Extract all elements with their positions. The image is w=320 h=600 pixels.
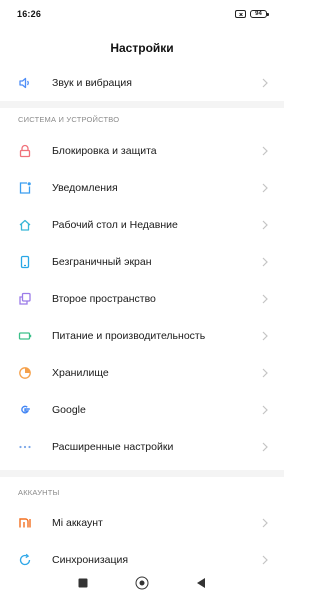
chevron-right-icon bbox=[262, 183, 268, 193]
section-divider bbox=[0, 101, 284, 108]
chevron-right-icon bbox=[262, 368, 268, 378]
chevron-right-icon bbox=[262, 257, 268, 267]
lock-icon bbox=[18, 144, 32, 158]
settings-item-google[interactable]: Google bbox=[0, 391, 284, 428]
settings-item-label: Хранилище bbox=[52, 366, 109, 379]
section-divider bbox=[0, 470, 284, 477]
chevron-right-icon bbox=[262, 405, 268, 415]
settings-item-sound[interactable]: Звук и вибрация bbox=[0, 64, 284, 101]
more-dots-icon bbox=[18, 440, 32, 454]
settings-item-advanced[interactable]: Расширенные настройки bbox=[0, 428, 284, 465]
chevron-right-icon bbox=[262, 518, 268, 528]
sync-icon bbox=[18, 553, 32, 567]
settings-item-label: Уведомления bbox=[52, 181, 118, 194]
chevron-right-icon bbox=[262, 442, 268, 452]
settings-item-label: Питание и производительность bbox=[52, 329, 206, 342]
page-title: Настройки bbox=[110, 41, 174, 55]
settings-item-label: Синхронизация bbox=[52, 553, 129, 566]
settings-item-mi-account[interactable]: Mi аккаунт bbox=[0, 504, 284, 541]
battery-icon bbox=[18, 329, 32, 343]
settings-item-notifications[interactable]: Уведомления bbox=[0, 169, 284, 206]
section-header-system: СИСТЕМА И УСТРОЙСТВО bbox=[18, 115, 120, 124]
settings-item-label: Звук и вибрация bbox=[52, 76, 132, 89]
no-sim-icon bbox=[235, 10, 246, 18]
settings-item-storage[interactable]: Хранилище bbox=[0, 354, 284, 391]
settings-item-label: Mi аккаунт bbox=[52, 516, 103, 529]
back-button[interactable] bbox=[197, 578, 205, 588]
storage-icon bbox=[18, 366, 32, 380]
settings-item-label: Блокировка и защита bbox=[52, 144, 157, 157]
chevron-right-icon bbox=[262, 78, 268, 88]
settings-item-label: Безграничный экран bbox=[52, 255, 152, 268]
section-header-accounts: АККАУНТЫ bbox=[18, 488, 60, 497]
status-icons: 94 bbox=[235, 10, 269, 18]
home-icon bbox=[18, 218, 32, 232]
navigation-bar bbox=[0, 566, 284, 600]
settings-item-second-space[interactable]: Второе пространство bbox=[0, 280, 284, 317]
google-icon bbox=[18, 403, 32, 417]
settings-item-label: Рабочий стол и Недавние bbox=[52, 218, 178, 231]
home-button[interactable] bbox=[135, 576, 149, 590]
settings-item-fullscreen[interactable]: Безграничный экран bbox=[0, 243, 284, 280]
settings-item-lock[interactable]: Блокировка и защита bbox=[0, 132, 284, 169]
second-space-icon bbox=[18, 292, 32, 306]
speaker-icon bbox=[18, 76, 32, 90]
chevron-right-icon bbox=[262, 294, 268, 304]
chevron-right-icon bbox=[262, 555, 268, 565]
mi-icon bbox=[18, 516, 32, 530]
status-time: 16:26 bbox=[17, 9, 42, 19]
battery-indicator: 94 bbox=[250, 10, 269, 18]
settings-item-label: Расширенные настройки bbox=[52, 440, 174, 453]
chevron-right-icon bbox=[262, 220, 268, 230]
notification-icon bbox=[18, 181, 32, 195]
phone-icon bbox=[18, 255, 32, 269]
settings-item-label: Второе пространство bbox=[52, 292, 156, 305]
status-bar: 16:26 94 bbox=[0, 0, 284, 28]
chevron-right-icon bbox=[262, 146, 268, 156]
recents-button[interactable] bbox=[78, 578, 88, 588]
settings-item-label: Google bbox=[52, 403, 86, 416]
settings-item-desktop[interactable]: Рабочий стол и Недавние bbox=[0, 206, 284, 243]
settings-item-battery[interactable]: Питание и производительность bbox=[0, 317, 284, 354]
chevron-right-icon bbox=[262, 331, 268, 341]
